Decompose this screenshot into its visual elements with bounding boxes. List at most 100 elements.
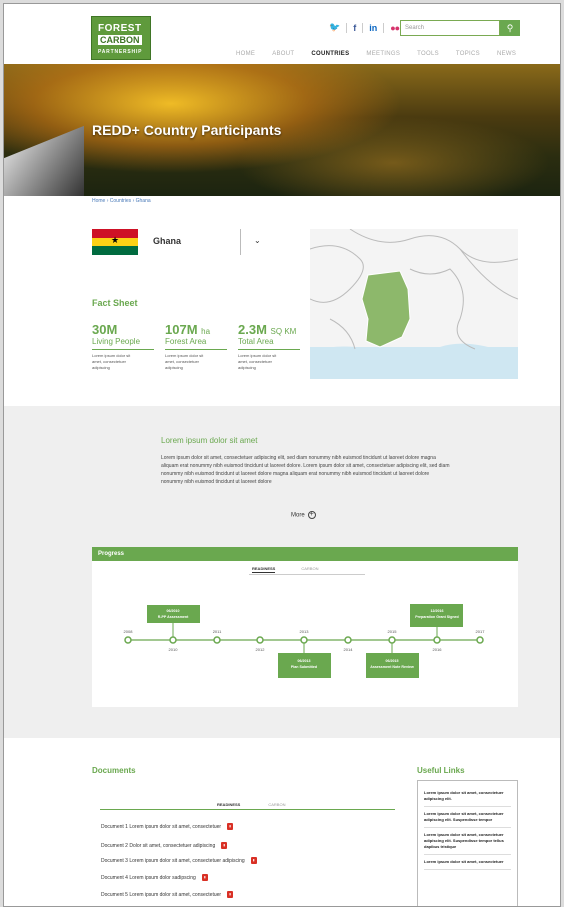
- useful-link[interactable]: Lorem ipsum dolor sit amet, consectetuer…: [424, 807, 511, 828]
- highlighted-country[interactable]: [361, 270, 411, 348]
- stat-total-area: 2.3M SQ KM Total Area Lorem ipsum dolor …: [238, 322, 300, 371]
- search-input[interactable]: Search: [400, 20, 500, 36]
- timeline-node[interactable]: [256, 636, 264, 644]
- document-item[interactable]: Document 3 Lorem ipsum dolor sit amet, c…: [101, 857, 257, 864]
- tab-readiness[interactable]: READINESS: [217, 802, 240, 807]
- border: [349, 229, 518, 263]
- year-label: 2017: [476, 629, 486, 634]
- useful-link[interactable]: Lorem ipsum dolor sit amet, consectetuer: [424, 855, 511, 870]
- page-title: REDD+ Country Participants: [92, 122, 282, 138]
- timeline-node[interactable]: [169, 636, 177, 644]
- more-button[interactable]: More +: [291, 511, 316, 519]
- logo-text-2: CARBON: [98, 35, 142, 45]
- timeline-node[interactable]: [344, 636, 352, 644]
- document-title: Document 3 Lorem ipsum dolor sit amet, c…: [101, 857, 245, 864]
- nav-news[interactable]: NEWS: [497, 51, 516, 57]
- stat-unit: ha: [201, 327, 211, 336]
- documents-tabs: READINESS CARBON: [217, 802, 285, 807]
- document-title: Document 4 Lorem ipsum dolor sadipscing: [101, 874, 196, 881]
- logo-text-3: PARTNERSHIP: [98, 49, 143, 55]
- chevron-down-icon[interactable]: ⌄: [254, 236, 261, 245]
- document-item[interactable]: Document 2 Dolor sit amet, consectetuer …: [101, 842, 228, 849]
- event-box[interactable]: [147, 605, 200, 623]
- search-button[interactable]: ⚲: [500, 20, 520, 36]
- stat-description: Lorem ipsum dolor sit amet, consectetuer…: [92, 353, 131, 370]
- year-label: 2016: [433, 647, 443, 652]
- plus-circle-icon: +: [307, 511, 316, 519]
- useful-link[interactable]: Lorem ipsum dolor sit amet, consectetuer…: [424, 828, 511, 855]
- event-date: 06/2010: [167, 609, 180, 613]
- facebook-icon[interactable]: f: [353, 23, 356, 33]
- divider: [240, 229, 241, 255]
- event-date: 06/2013: [298, 659, 311, 663]
- country-flag: ★: [92, 229, 138, 255]
- divider: [100, 809, 395, 810]
- timeline-node[interactable]: [433, 636, 441, 644]
- event-date: 12/2016: [431, 609, 444, 613]
- site-logo[interactable]: FOREST CARBON PARTNERSHIP: [91, 16, 151, 60]
- page-frame: FOREST CARBON PARTNERSHIP 🐦 f in ●● Sear…: [3, 3, 561, 907]
- border: [409, 268, 476, 350]
- nav-tools[interactable]: TOOLS: [417, 51, 439, 57]
- event-text: Preparation Grant Signed: [415, 615, 459, 619]
- nav-topics[interactable]: TOPICS: [456, 51, 480, 57]
- timeline-node[interactable]: [124, 636, 132, 644]
- pdf-icon[interactable]: ▮: [250, 857, 257, 864]
- timeline-node[interactable]: [476, 636, 484, 644]
- timeline-node[interactable]: [300, 636, 308, 644]
- documents-title: Documents: [92, 766, 136, 775]
- document-title: Document 1 Lorem ipsum dolor sit amet, c…: [101, 823, 222, 830]
- stat-description: Lorem ipsum dolor sit amet, consectetuer…: [165, 353, 204, 370]
- stat-value: 30M: [92, 322, 118, 337]
- pdf-icon[interactable]: ▮: [227, 823, 234, 830]
- event-date: 06/2015: [386, 659, 399, 663]
- nav-about[interactable]: ABOUT: [272, 51, 294, 57]
- hero-rock: [4, 125, 84, 196]
- more-label: More: [291, 512, 305, 519]
- timeline: 2008 2011 2013 2015 2017 2010 2012 2014 …: [124, 604, 486, 678]
- border: [310, 245, 364, 303]
- useful-links-list: Lorem ipsum dolor sit amet, consectetuer…: [417, 780, 518, 906]
- border: [459, 248, 518, 300]
- document-title: Document 2 Dolor sit amet, consectetuer …: [101, 842, 216, 849]
- year-label: 2010: [169, 647, 179, 652]
- main-nav: HOME ABOUT COUNTRIES MEETINGS TOOLS TOPI…: [236, 51, 516, 57]
- intro-text: Lorem ipsum dolor sit amet, consectetuer…: [161, 455, 450, 485]
- linkedin-icon[interactable]: in: [369, 23, 377, 33]
- search-icon: ⚲: [506, 23, 514, 33]
- twitter-icon[interactable]: 🐦: [329, 22, 340, 33]
- stat-population: 30M Living People Lorem ipsum dolor sit …: [92, 322, 154, 371]
- stat-description: Lorem ipsum dolor sit amet, consectetuer…: [238, 353, 277, 370]
- flickr-icon[interactable]: ●●: [390, 23, 400, 33]
- fact-sheet-title: Fact Sheet: [92, 298, 138, 308]
- document-item[interactable]: Document 4 Lorem ipsum dolor sadipscing …: [101, 874, 208, 881]
- country-name[interactable]: Ghana: [153, 236, 181, 246]
- stat-label: Total Area: [238, 337, 274, 346]
- tab-carbon[interactable]: CARBON: [268, 802, 285, 807]
- pdf-icon[interactable]: ▮: [201, 874, 208, 881]
- pdf-icon[interactable]: ▮: [227, 891, 234, 898]
- social-links: 🐦 f in ●●: [329, 22, 400, 33]
- year-label: 2008: [124, 629, 134, 634]
- pdf-icon[interactable]: ▮: [221, 842, 228, 849]
- timeline-node[interactable]: [388, 636, 396, 644]
- stat-value: 2.3M: [238, 322, 267, 337]
- year-label: 2015: [388, 629, 398, 634]
- nav-countries[interactable]: COUNTRIES: [311, 51, 349, 57]
- border: [329, 318, 356, 350]
- nav-home[interactable]: HOME: [236, 51, 255, 57]
- map-svg: [310, 229, 518, 379]
- document-item[interactable]: Document 5 Lorem ipsum dolor sit amet, c…: [101, 891, 234, 898]
- hero-banner: REDD+ Country Participants: [4, 64, 560, 196]
- divider: [346, 22, 348, 33]
- useful-link[interactable]: Lorem ipsum dolor sit amet, consectetuer…: [424, 786, 511, 807]
- divider: [383, 22, 385, 33]
- stat-value: 107M: [165, 322, 198, 337]
- event-text: Plan Submitted: [291, 665, 317, 669]
- stat-unit: SQ KM: [270, 327, 297, 336]
- year-label: 2014: [344, 647, 354, 652]
- timeline-node[interactable]: [213, 636, 221, 644]
- document-item[interactable]: Document 1 Lorem ipsum dolor sit amet, c…: [101, 823, 234, 830]
- nav-meetings[interactable]: MEETINGS: [366, 51, 400, 57]
- breadcrumb[interactable]: Home › Countries › Ghana: [92, 198, 151, 204]
